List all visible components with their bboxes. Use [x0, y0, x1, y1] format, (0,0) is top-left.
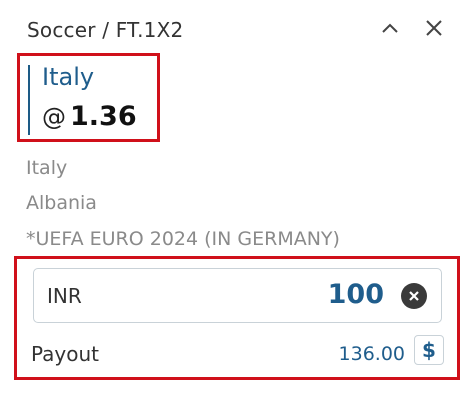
- selection-odds: @1.36: [42, 101, 137, 132]
- payout-label: Payout: [31, 342, 100, 366]
- selection-name: Italy: [42, 63, 95, 91]
- clear-circle-icon[interactable]: [401, 283, 427, 309]
- stake-highlight: INR Payout 136.00 $: [14, 256, 460, 380]
- chevron-up-icon[interactable]: [376, 14, 404, 42]
- odds-at-symbol: @: [42, 103, 66, 131]
- stake-input-field[interactable]: INR: [33, 268, 442, 323]
- event-competition: *UEFA EURO 2024 (IN GERMANY): [26, 228, 340, 250]
- selection-highlight: Italy @1.36: [17, 53, 160, 142]
- selection-accent-bar: [28, 65, 30, 135]
- payout-value: 136.00: [338, 343, 405, 365]
- event-home-team: Italy: [26, 157, 68, 179]
- close-icon[interactable]: [420, 14, 448, 42]
- market-title: Soccer / FT.1X2: [27, 18, 184, 42]
- event-away-team: Albania: [26, 192, 97, 214]
- stake-currency: INR: [47, 284, 82, 308]
- currency-toggle-button[interactable]: $: [414, 335, 444, 365]
- odds-value: 1.36: [70, 101, 137, 132]
- stake-amount-input[interactable]: [264, 279, 384, 310]
